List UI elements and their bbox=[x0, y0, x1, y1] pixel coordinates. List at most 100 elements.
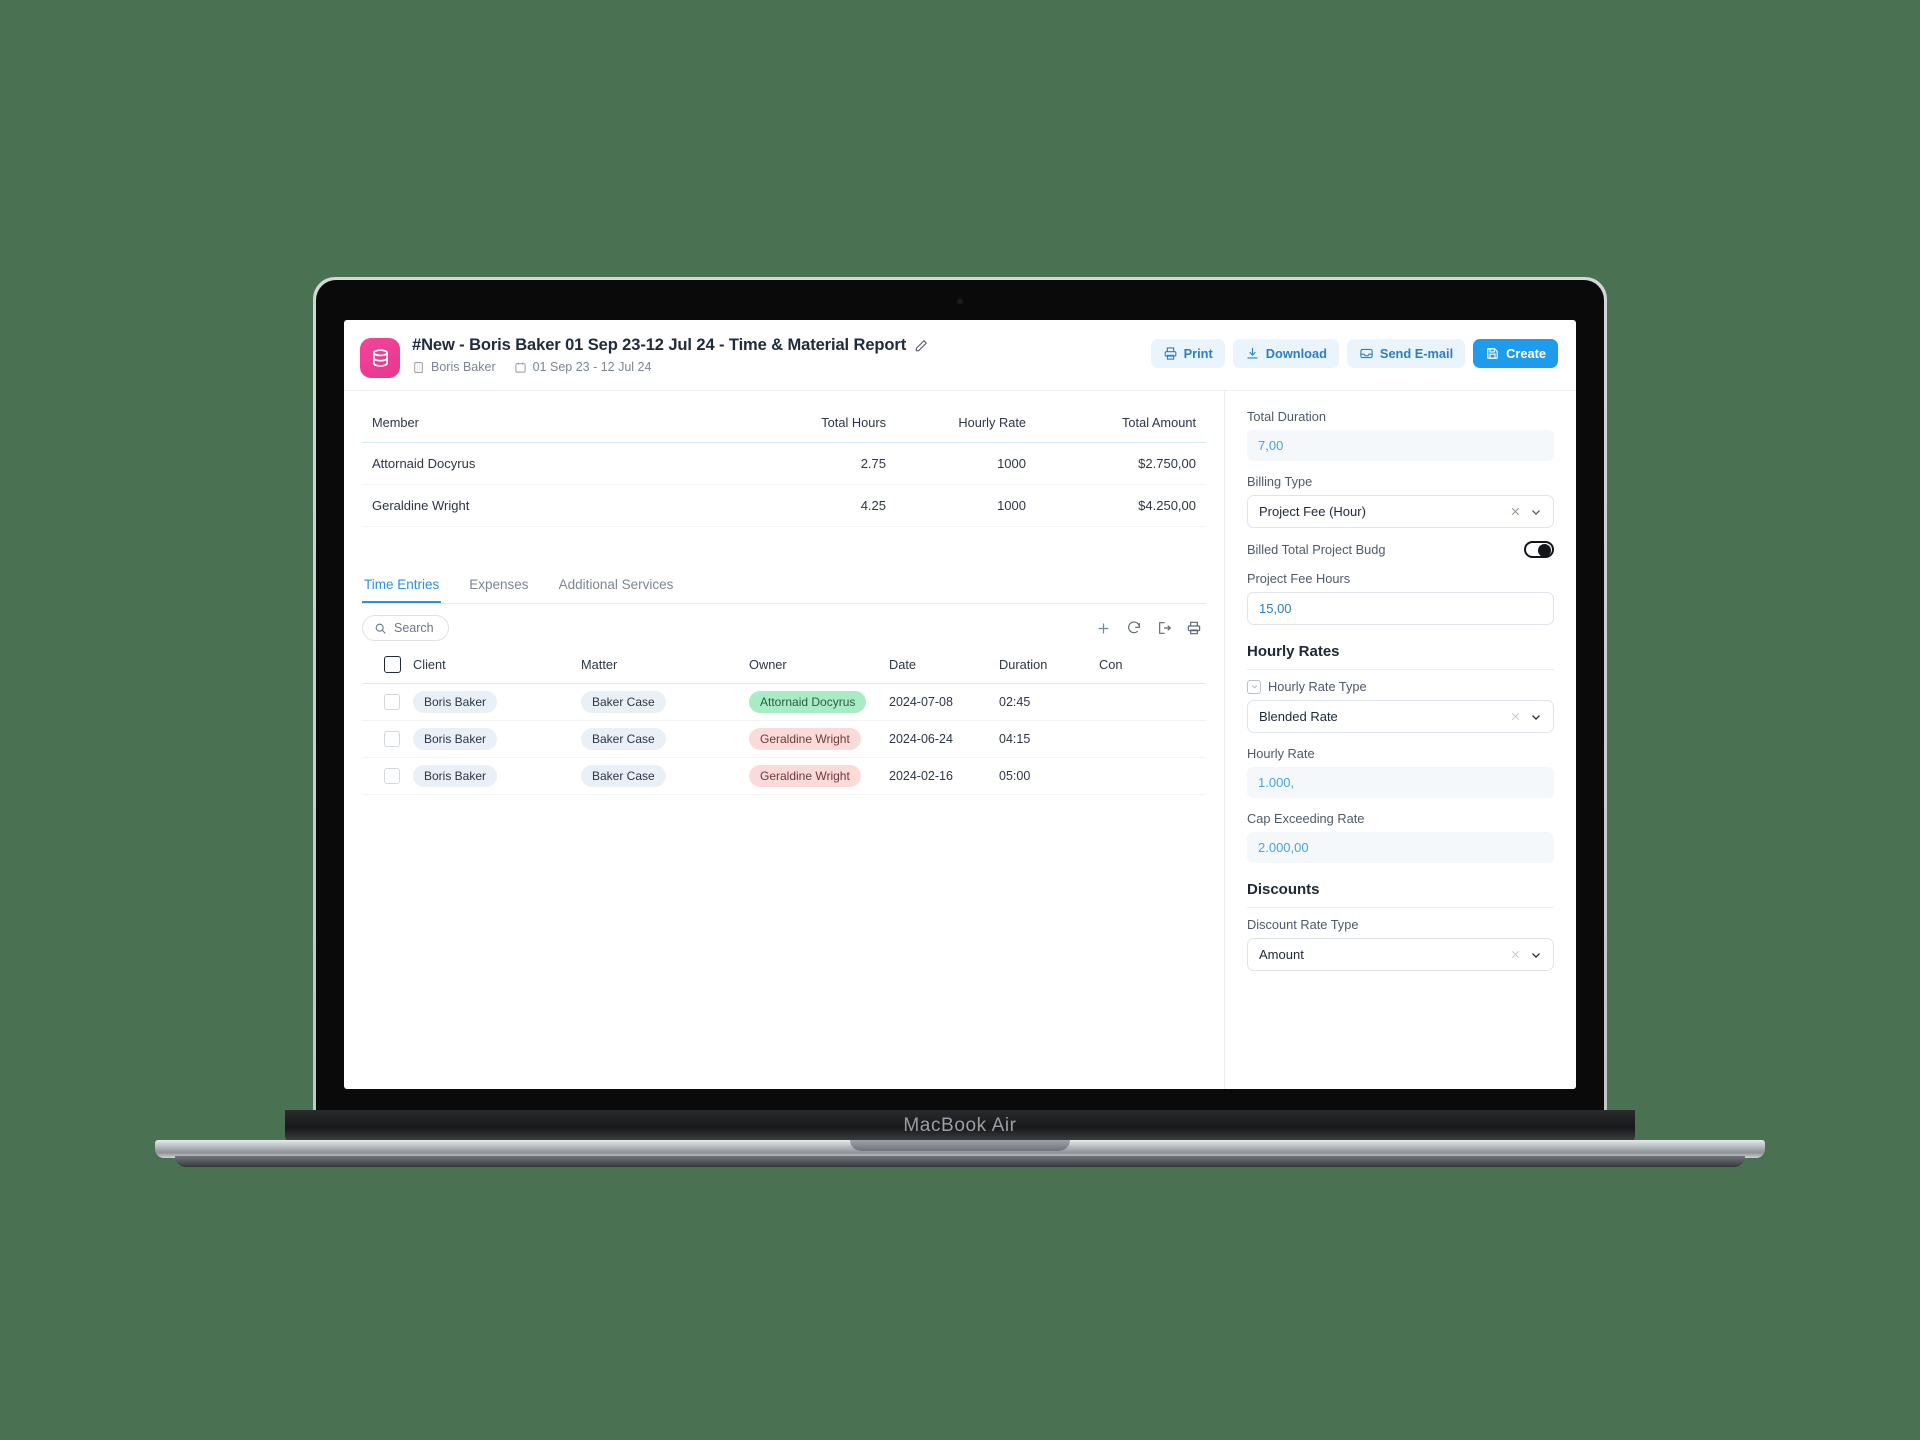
cell-matter: Baker Case bbox=[575, 720, 743, 758]
table-row[interactable]: Boris Baker Baker Case Attornaid Docyrus… bbox=[362, 683, 1206, 721]
col-duration[interactable]: Duration bbox=[993, 650, 1093, 684]
tab-expenses[interactable]: Expenses bbox=[467, 567, 530, 603]
owner-pill: Geraldine Wright bbox=[749, 765, 861, 787]
row-select-cell[interactable] bbox=[362, 683, 407, 721]
col-owner[interactable]: Owner bbox=[743, 650, 883, 684]
print-button[interactable]: Print bbox=[1150, 339, 1225, 368]
billed-total-toggle[interactable] bbox=[1524, 541, 1554, 558]
cell-client: Boris Baker bbox=[407, 720, 575, 758]
row-select-cell[interactable] bbox=[362, 720, 407, 758]
laptop-mockup: #New - Boris Baker 01 Sep 23-12 Jul 24 -… bbox=[0, 0, 1920, 1440]
database-icon bbox=[360, 338, 400, 378]
table-row[interactable]: Boris Baker Baker Case Geraldine Wright … bbox=[362, 757, 1206, 795]
summary-member: Attornaid Docyrus bbox=[362, 442, 746, 485]
tab-additional-services[interactable]: Additional Services bbox=[557, 567, 676, 603]
chevron-down-icon[interactable] bbox=[1529, 710, 1543, 724]
row-checkbox[interactable] bbox=[384, 694, 400, 710]
summary-total-amount: $2.750,00 bbox=[1036, 442, 1206, 485]
download-button[interactable]: Download bbox=[1232, 339, 1339, 368]
select-all-checkbox[interactable] bbox=[384, 656, 401, 673]
cell-date: 2024-02-16 bbox=[883, 757, 993, 795]
laptop-lid: #New - Boris Baker 01 Sep 23-12 Jul 24 -… bbox=[313, 277, 1607, 1122]
summary-total-hours: 4.25 bbox=[746, 484, 896, 527]
select-all-cell[interactable] bbox=[362, 650, 407, 684]
export-icon[interactable] bbox=[1156, 620, 1172, 636]
project-fee-hours-input[interactable]: 15,00 bbox=[1247, 592, 1554, 625]
date-range: 01 Sep 23 - 12 Jul 24 bbox=[532, 360, 652, 374]
matter-pill: Baker Case bbox=[581, 728, 666, 750]
chevron-checkbox-icon[interactable] bbox=[1247, 679, 1261, 694]
billing-type-field: Billing Type Project Fee (Hour) bbox=[1247, 474, 1554, 528]
discount-rate-type-label: Discount Rate Type bbox=[1247, 917, 1359, 932]
printer-icon bbox=[1163, 346, 1178, 361]
send-email-button-label: Send E-mail bbox=[1379, 346, 1454, 361]
hourly-rate-field: Hourly Rate 1.000, bbox=[1247, 746, 1554, 798]
hourly-rate-type-label-row: Hourly Rate Type bbox=[1247, 679, 1554, 694]
summary-col-hourly-rate: Hourly Rate bbox=[896, 401, 1036, 443]
hourly-rate-value[interactable]: 1.000, bbox=[1247, 767, 1554, 798]
summary-hourly-rate: 1000 bbox=[896, 442, 1036, 485]
table-row[interactable]: Boris Baker Baker Case Geraldine Wright … bbox=[362, 720, 1206, 758]
settings-sidebar: Total Duration 7,00 Billing Type Project… bbox=[1224, 391, 1576, 1089]
matter-pill: Baker Case bbox=[581, 765, 666, 787]
table-toolbar: Search bbox=[362, 604, 1206, 650]
col-date[interactable]: Date bbox=[883, 650, 993, 684]
cell-con bbox=[1093, 720, 1206, 758]
print-icon[interactable] bbox=[1186, 620, 1202, 636]
cell-matter: Baker Case bbox=[575, 683, 743, 721]
col-con[interactable]: Con bbox=[1093, 650, 1206, 684]
row-select-cell[interactable] bbox=[362, 757, 407, 795]
close-icon[interactable] bbox=[1509, 710, 1522, 723]
table-row[interactable]: Geraldine Wright 4.25 1000 $4.250,00 bbox=[362, 484, 1206, 527]
col-client[interactable]: Client bbox=[407, 650, 575, 684]
create-button[interactable]: Create bbox=[1473, 339, 1558, 368]
app-header: #New - Boris Baker 01 Sep 23-12 Jul 24 -… bbox=[344, 320, 1576, 391]
cap-exceeding-rate-field: Cap Exceeding Rate 2.000,00 bbox=[1247, 811, 1554, 863]
time-entries-table: Client Matter Owner Date Duration Con Bo… bbox=[362, 650, 1206, 795]
client-name: Boris Baker bbox=[431, 360, 496, 374]
pencil-icon[interactable] bbox=[914, 339, 928, 353]
hourly-rate-type-select[interactable]: Blended Rate bbox=[1247, 700, 1554, 733]
discount-rate-type-field: Discount Rate Type Amount bbox=[1247, 917, 1554, 971]
close-icon[interactable] bbox=[1509, 948, 1522, 961]
refresh-icon[interactable] bbox=[1126, 620, 1142, 636]
chevron-down-icon[interactable] bbox=[1529, 505, 1543, 519]
cap-exceeding-value[interactable]: 2.000,00 bbox=[1247, 832, 1554, 863]
tab-time-entries[interactable]: Time Entries bbox=[362, 567, 442, 603]
building-icon bbox=[412, 361, 425, 374]
plus-icon[interactable] bbox=[1095, 620, 1112, 637]
summary-total-hours: 2.75 bbox=[746, 442, 896, 485]
cell-client: Boris Baker bbox=[407, 683, 575, 721]
cell-owner: Geraldine Wright bbox=[743, 720, 883, 758]
table-row[interactable]: Attornaid Docyrus 2.75 1000 $2.750,00 bbox=[362, 442, 1206, 485]
main-content: Member Total Hours Hourly Rate Total Amo… bbox=[344, 391, 1224, 1089]
billing-type-select[interactable]: Project Fee (Hour) bbox=[1247, 495, 1554, 528]
discount-rate-type-select[interactable]: Amount bbox=[1247, 938, 1554, 971]
row-checkbox[interactable] bbox=[384, 731, 400, 747]
search-input[interactable]: Search bbox=[362, 615, 449, 641]
device-label: MacBook Air bbox=[903, 1115, 1017, 1136]
discount-rate-type-value: Amount bbox=[1259, 947, 1304, 962]
hourly-rate-type-field: Hourly Rate Type Blended Rate bbox=[1247, 679, 1554, 733]
project-fee-hours-label: Project Fee Hours bbox=[1247, 571, 1351, 586]
row-checkbox[interactable] bbox=[384, 768, 400, 784]
discounts-heading: Discounts bbox=[1247, 881, 1554, 908]
total-duration-value: 7,00 bbox=[1247, 430, 1554, 461]
owner-pill: Geraldine Wright bbox=[749, 728, 861, 750]
send-email-button[interactable]: Send E-mail bbox=[1346, 339, 1466, 368]
cell-date: 2024-07-08 bbox=[883, 683, 993, 721]
cell-owner: Attornaid Docyrus bbox=[743, 683, 883, 721]
client-meta: Boris Baker bbox=[412, 360, 496, 374]
member-summary-table: Member Total Hours Hourly Rate Total Amo… bbox=[362, 401, 1206, 527]
header-actions: Print Download Send E-mail Create bbox=[1150, 336, 1558, 368]
chevron-down-icon[interactable] bbox=[1529, 948, 1543, 962]
cell-con bbox=[1093, 683, 1206, 721]
webcam bbox=[956, 298, 964, 305]
summary-col-total-hours: Total Hours bbox=[746, 401, 896, 443]
billed-total-project-budget-field: Billed Total Project Budg bbox=[1247, 541, 1554, 558]
project-fee-hours-field: Project Fee Hours 15,00 bbox=[1247, 571, 1554, 625]
total-duration-label: Total Duration bbox=[1247, 409, 1326, 424]
col-matter[interactable]: Matter bbox=[575, 650, 743, 684]
close-icon[interactable] bbox=[1509, 505, 1522, 518]
cell-duration: 04:15 bbox=[993, 720, 1093, 758]
